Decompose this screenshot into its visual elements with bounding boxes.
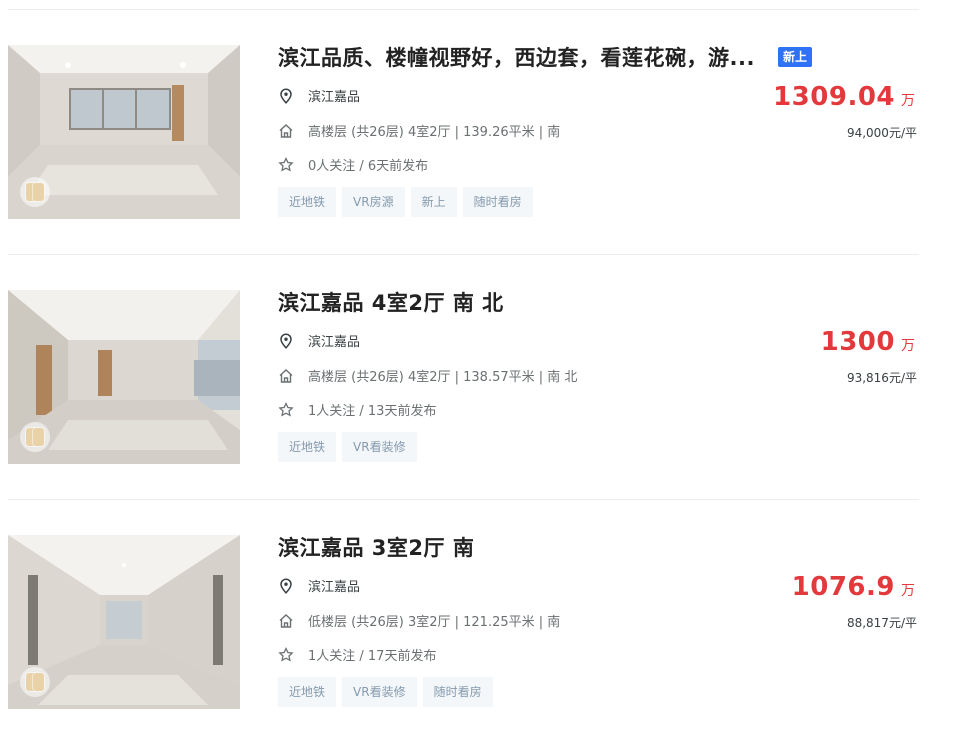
community-row: 滨江嘉品: [278, 576, 360, 595]
house-icon: [278, 613, 294, 629]
follow-info-row: 1人关注 / 13天前发布: [278, 400, 436, 419]
listing-title[interactable]: 滨江嘉品 4室2厅 南 北: [278, 287, 504, 317]
listing-photo[interactable]: [8, 290, 240, 464]
price-value: 1309.04: [773, 82, 895, 112]
follow-info-text: 1人关注 / 17天前发布: [308, 649, 437, 664]
new-badge: 新上: [778, 47, 813, 67]
total-price: 1300 万: [821, 327, 915, 357]
unit-price: 88,817元/平: [846, 616, 917, 630]
house-info-text: 低楼层 (共26层) 3室2厅 | 121.25平米 | 南: [308, 615, 561, 630]
location-pin-icon: [278, 87, 294, 104]
price-unit: 万: [901, 338, 915, 354]
star-icon: [278, 646, 294, 663]
location-pin-icon: [278, 332, 294, 349]
community-row: 滨江嘉品: [278, 331, 360, 350]
follow-info-row: 1人关注 / 17天前发布: [278, 645, 436, 664]
star-icon: [278, 401, 294, 418]
vr-badge-icon: [20, 177, 50, 207]
price-value: 1300: [820, 327, 895, 357]
community-link[interactable]: 滨江嘉品: [308, 331, 360, 350]
tag: 近地铁: [278, 432, 337, 462]
community-link[interactable]: 滨江嘉品: [308, 86, 360, 105]
total-price: 1076.9 万: [792, 572, 915, 602]
house-info-row: 高楼层 (共26层) 4室2厅 | 139.26平米 | 南: [278, 121, 560, 140]
listing-title[interactable]: 滨江品质、楼幢视野好，西边套，看莲花碗，游...: [278, 42, 755, 72]
house-info-row: 低楼层 (共26层) 3室2厅 | 121.25平米 | 南: [278, 611, 560, 630]
tag: 新上: [410, 187, 457, 217]
tag: VR房源: [342, 187, 405, 217]
house-info-text: 高楼层 (共26层) 4室2厅 | 138.57平米 | 南 北: [308, 370, 578, 385]
tag: 随时看房: [462, 187, 533, 217]
tag-list: 近地铁 VR房源 新上 随时看房: [278, 187, 533, 217]
total-price: 1309.04 万: [773, 82, 915, 112]
house-icon: [278, 368, 294, 384]
tag: 近地铁: [278, 677, 337, 707]
tag-list: 近地铁 VR看装修: [278, 432, 417, 462]
tag: VR看装修: [342, 677, 417, 707]
price-value: 1076.9: [791, 572, 895, 602]
house-info-text: 高楼层 (共26层) 4室2厅 | 139.26平米 | 南: [308, 125, 561, 140]
house-icon: [278, 123, 294, 139]
community-row: 滨江嘉品: [278, 86, 360, 105]
listing-item[interactable]: 滨江品质、楼幢视野好，西边套，看莲花碗，游... 新上 滨江嘉品 高楼层 (共2…: [0, 10, 953, 255]
tag: 近地铁: [278, 187, 337, 217]
house-info-row: 高楼层 (共26层) 4室2厅 | 138.57平米 | 南 北: [278, 366, 577, 385]
follow-info-text: 1人关注 / 13天前发布: [308, 404, 437, 419]
location-pin-icon: [278, 577, 294, 594]
star-icon: [278, 156, 294, 173]
price-unit: 万: [901, 93, 915, 109]
community-link[interactable]: 滨江嘉品: [308, 576, 360, 595]
unit-price: 93,816元/平: [846, 371, 917, 385]
listing-item[interactable]: 滨江嘉品 3室2厅 南 滨江嘉品 低楼层 (共26层) 3室2厅 | 121.2…: [0, 500, 953, 745]
listing-photo[interactable]: [8, 535, 240, 709]
vr-badge-icon: [20, 422, 50, 452]
follow-info-text: 0人关注 / 6天前发布: [308, 159, 429, 174]
tag: 随时看房: [422, 677, 493, 707]
tag: VR看装修: [342, 432, 417, 462]
follow-info-row: 0人关注 / 6天前发布: [278, 155, 428, 174]
vr-badge-icon: [20, 667, 50, 697]
listing-photo[interactable]: [8, 45, 240, 219]
unit-price: 94,000元/平: [846, 126, 917, 140]
tag-list: 近地铁 VR看装修 随时看房: [278, 677, 493, 707]
price-unit: 万: [901, 583, 915, 599]
listing-item[interactable]: 滨江嘉品 4室2厅 南 北 滨江嘉品 高楼层 (共26层) 4室2厅 | 138…: [0, 255, 953, 500]
listing-title[interactable]: 滨江嘉品 3室2厅 南: [278, 532, 474, 562]
